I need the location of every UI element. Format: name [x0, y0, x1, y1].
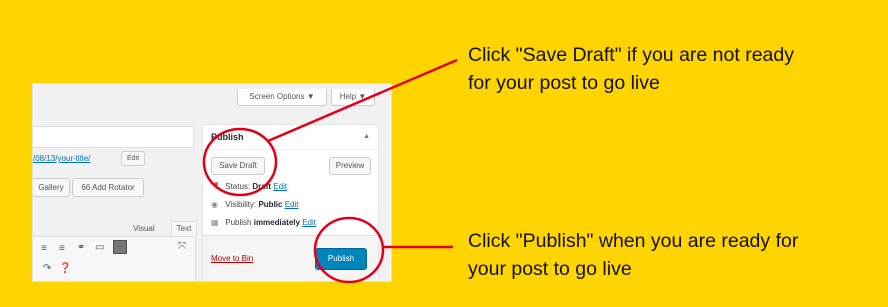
publish-callout-line2: your post to go live [468, 258, 632, 280]
publish-callout: Click "Publish" when you are ready for y… [468, 227, 798, 283]
save-draft-highlight-circle [202, 127, 278, 197]
save-draft-callout-line2: for your post to go live [468, 72, 660, 94]
save-draft-pointer-line [267, 58, 458, 143]
save-draft-callout-line1: Click "Save Draft" if you are not ready [468, 44, 794, 66]
save-draft-callout: Click "Save Draft" if you are not ready … [468, 41, 794, 97]
publish-highlight-circle [313, 216, 385, 284]
publish-callout-line1: Click "Publish" when you are ready for [468, 230, 799, 252]
